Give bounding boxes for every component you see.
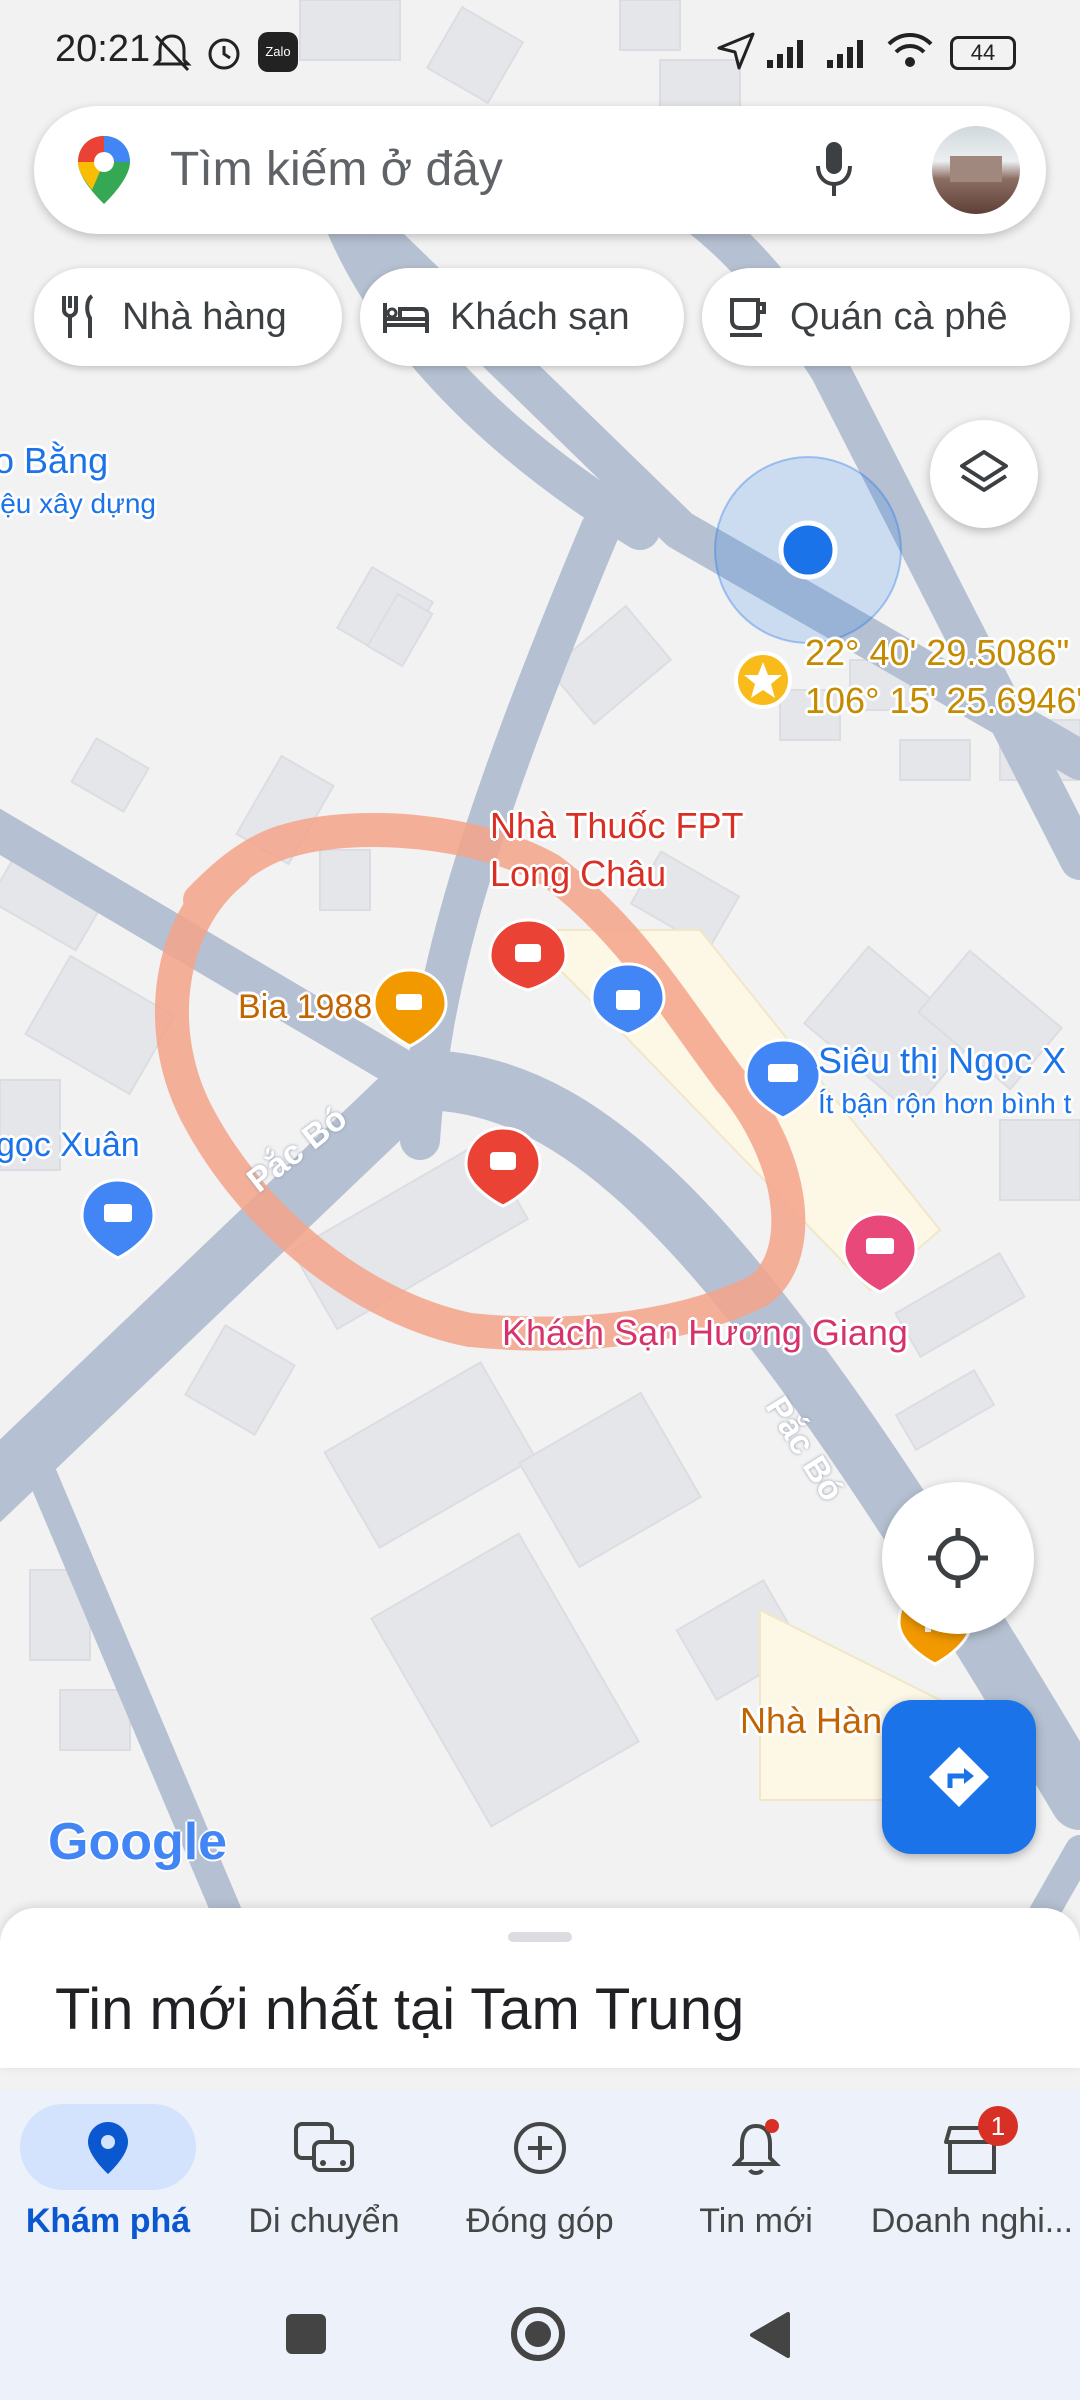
status-bar: 20:21 Zalo 44	[0, 0, 1080, 100]
map-label-ngocxuan[interactable]: gọc Xuân	[0, 1126, 140, 1165]
nav-label: Khám phá	[25, 2202, 191, 2240]
recents-square-icon[interactable]	[286, 2314, 326, 2354]
notification-dot	[765, 2119, 779, 2133]
crosshair-icon	[928, 1528, 988, 1588]
bottom-sheet[interactable]: Tin mới nhất tại Tam Trung	[0, 1908, 1080, 2068]
map-label-sieuthi-sub: Ít bận rộn hơn bình t	[818, 1088, 1072, 1119]
map-label-sieuthi[interactable]: Siêu thị Ngọc X	[818, 1040, 1066, 1082]
my-location-button[interactable]	[882, 1482, 1034, 1634]
bell-icon	[732, 2119, 781, 2175]
system-navigation-bar	[0, 2260, 1080, 2400]
nav-label: Di chuyển	[248, 2202, 400, 2240]
map-label-restaurant[interactable]: Nhà Hàn	[740, 1700, 882, 1742]
avatar[interactable]	[932, 126, 1020, 214]
microphone-icon[interactable]	[812, 140, 856, 200]
nav-label: Doanh nghi...	[870, 2202, 1074, 2240]
search-input[interactable]: Tìm kiếm ở đây	[170, 142, 503, 197]
back-triangle-icon[interactable]	[748, 2310, 792, 2360]
layers-button[interactable]	[930, 420, 1038, 528]
zalo-icon: Zalo	[258, 32, 298, 72]
nav-explore[interactable]: Khám phá	[0, 2090, 216, 2260]
nav-label: Đóng góp	[466, 2202, 614, 2240]
chip-label: Khách sạn	[450, 295, 630, 338]
chip-label: Nhà hàng	[122, 295, 287, 338]
nav-contribute[interactable]: Đóng góp	[432, 2090, 648, 2260]
fork-knife-icon	[62, 294, 94, 338]
search-bar[interactable]: Tìm kiếm ở đây	[34, 106, 1046, 234]
commute-icon	[294, 2122, 354, 2172]
current-location-dot	[778, 520, 838, 580]
google-logo: Google	[48, 1813, 228, 1871]
add-circle-icon	[514, 2122, 566, 2174]
alarm-icon	[208, 38, 240, 70]
coordinates-lat: 22° 40' 29.5086"	[805, 632, 1070, 673]
chip-restaurants[interactable]: Nhà hàng	[34, 268, 342, 366]
battery-icon: 44	[950, 36, 1016, 70]
wifi-icon	[887, 33, 933, 67]
sheet-drag-handle[interactable]	[508, 1932, 572, 1942]
bell-off-icon	[152, 34, 192, 72]
status-time: 20:21	[55, 28, 151, 70]
nav-business[interactable]: 1 Doanh nghi...	[864, 2090, 1080, 2260]
location-pin-icon	[88, 2122, 128, 2174]
coffee-cup-icon	[730, 298, 766, 337]
directions-button[interactable]	[882, 1700, 1036, 1854]
coordinates-lng: 106° 15' 25.6946"	[805, 680, 1080, 721]
home-circle-icon[interactable]	[508, 2304, 568, 2364]
location-arrow-icon	[717, 32, 755, 70]
directions-icon	[929, 1747, 989, 1807]
map-label-place-sub: iệu xây dựng	[0, 488, 156, 519]
signal-icon	[767, 40, 803, 68]
notification-badge: 1	[978, 2106, 1018, 2146]
nav-updates[interactable]: Tin mới	[648, 2090, 864, 2260]
map-label-bia[interactable]: Bia 1988	[238, 988, 372, 1027]
bottom-navigation: Khám phá Di chuyển Đóng góp Tin mới 1 Do…	[0, 2090, 1080, 2260]
chip-hotels[interactable]: Khách sạn	[360, 268, 684, 366]
bed-icon	[383, 303, 429, 333]
layers-icon	[960, 450, 1008, 492]
map-label-pharmacy[interactable]: Nhà Thuốc FPT Long Châu	[490, 802, 743, 898]
maps-pin-logo-icon	[78, 136, 130, 204]
nav-label: Tin mới	[699, 2202, 813, 2240]
sheet-title: Tin mới nhất tại Tam Trung	[55, 1977, 745, 2042]
signal-icon	[827, 40, 863, 68]
chip-cafes[interactable]: Quán cà phê	[702, 268, 1070, 366]
nav-commute[interactable]: Di chuyển	[216, 2090, 432, 2260]
map-label-place: o Bằng	[0, 440, 109, 481]
chip-label: Quán cà phê	[790, 295, 1008, 338]
map-label-hotel[interactable]: Khách Sạn Hương Giang	[502, 1312, 908, 1354]
